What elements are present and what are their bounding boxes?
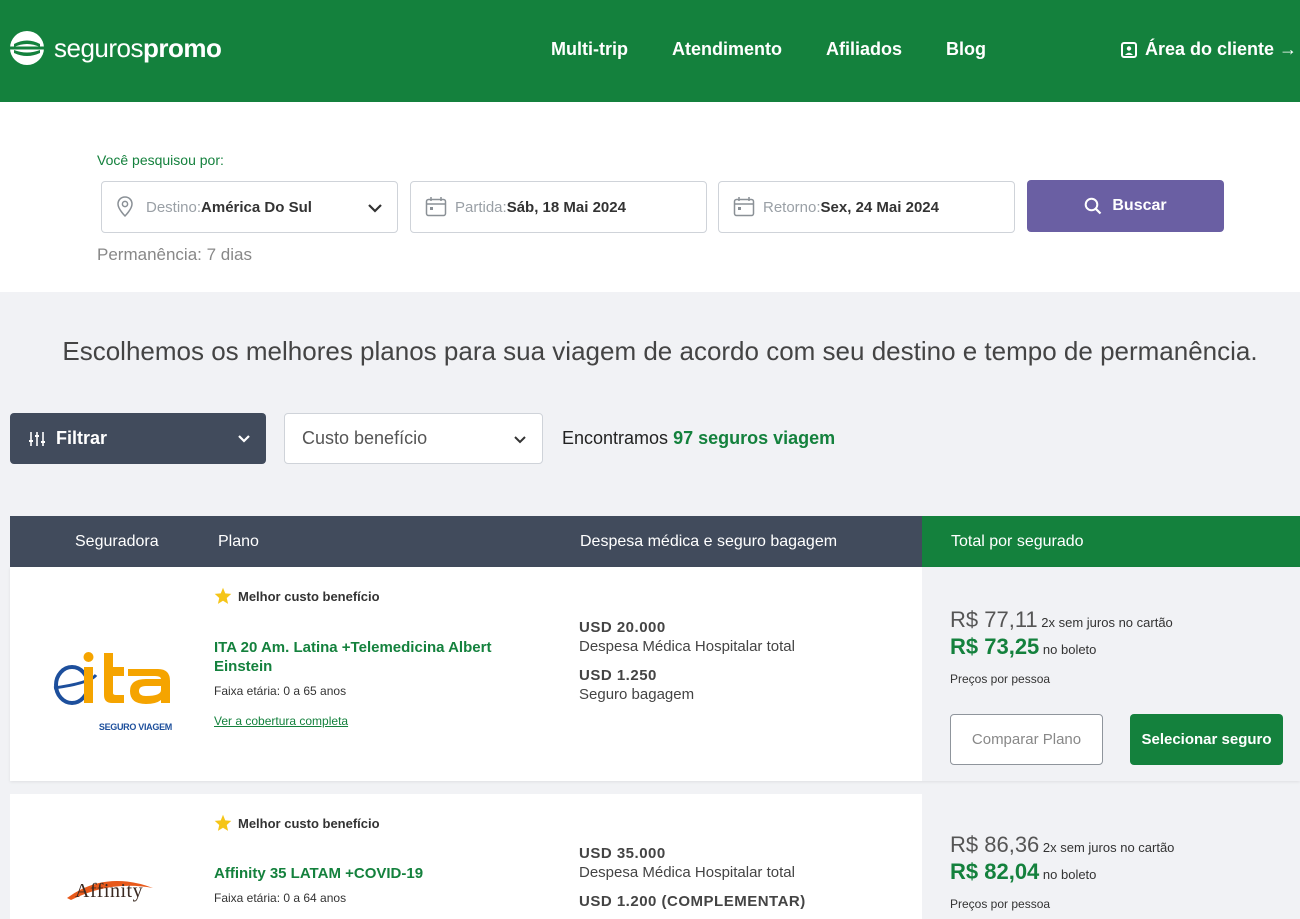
best-value-badge: Melhor custo benefício bbox=[214, 814, 380, 832]
plan-name[interactable]: ITA 20 Am. Latina +Telemedicina Albert E… bbox=[214, 638, 534, 676]
departure-label: Partida: bbox=[455, 198, 507, 216]
results-count: Encontramos 97 seguros viagem bbox=[562, 428, 835, 449]
search-icon bbox=[1085, 197, 1102, 215]
plan-name[interactable]: Affinity 35 LATAM +COVID-19 bbox=[214, 864, 534, 883]
results-count-prefix: Encontramos bbox=[562, 428, 674, 448]
price-boleto-value: R$ 82,04 bbox=[950, 859, 1040, 884]
price-boleto-note: no boleto bbox=[1039, 867, 1097, 882]
filter-button[interactable]: Filtrar bbox=[10, 413, 266, 464]
sort-select-value: Custo benefício bbox=[302, 428, 428, 448]
search-button-label: Buscar bbox=[1112, 197, 1167, 214]
price-boleto-value: R$ 73,25 bbox=[950, 634, 1040, 659]
col-header-insurer: Seguradora bbox=[75, 533, 159, 550]
stay-duration: Permanência: 7 dias bbox=[97, 245, 252, 264]
destination-select[interactable]: Destino: América Do Sul bbox=[101, 181, 398, 233]
chevron-down-icon bbox=[238, 435, 250, 443]
medical-description: Despesa Médica Hospitalar total bbox=[579, 864, 795, 881]
return-date-field[interactable]: Retorno: Sex, 24 Mai 2024 bbox=[718, 181, 1015, 233]
col-header-total: Total por segurado bbox=[922, 516, 1300, 567]
price-note: Preços por pessoa bbox=[950, 672, 1051, 686]
nav-blog[interactable]: Blog bbox=[946, 39, 986, 60]
search-button[interactable]: Buscar bbox=[1027, 180, 1224, 232]
baggage-description: Seguro bagagem bbox=[579, 686, 695, 703]
price-card-note: 2x sem juros no cartão bbox=[1037, 615, 1173, 630]
plan-row: Affinity Melhor custo benefício Affinity… bbox=[10, 794, 1300, 919]
plan-row: SEGURO VIAGEM Melhor custo benefício ITA… bbox=[10, 567, 1300, 781]
insurer-logo-affinity-text: Affinity bbox=[75, 880, 144, 902]
results-count-value: 97 seguros viagem bbox=[673, 428, 836, 448]
return-label: Retorno: bbox=[763, 198, 821, 216]
best-value-badge-label: Melhor custo benefício bbox=[238, 815, 380, 831]
results-table-header: Seguradora Plano Despesa médica e seguro… bbox=[10, 516, 1300, 567]
search-label: Você pesquisou por: bbox=[97, 152, 224, 168]
insurer-logo-ita-caption: SEGURO VIAGEM bbox=[98, 722, 172, 732]
return-value: Sex, 24 Mai 2024 bbox=[820, 198, 939, 216]
departure-value: Sáb, 18 Mai 2024 bbox=[506, 198, 626, 216]
insurer-logo-ita: SEGURO VIAGEM bbox=[50, 645, 172, 732]
price-card: R$ 86,36 2x sem juros no cartão bbox=[950, 832, 1174, 858]
price-note: Preços por pessoa bbox=[950, 897, 1051, 911]
sliders-icon bbox=[29, 431, 45, 446]
star-icon bbox=[214, 587, 232, 604]
location-pin-icon bbox=[117, 196, 133, 218]
nav-multi-trip[interactable]: Multi-trip bbox=[551, 39, 628, 60]
user-badge-icon bbox=[1121, 41, 1137, 58]
logo-text-light: seguros bbox=[54, 32, 144, 63]
nav-afiliados[interactable]: Afiliados bbox=[826, 39, 902, 60]
best-value-badge-label: Melhor custo benefício bbox=[238, 588, 380, 604]
medical-amount: USD 20.000 bbox=[579, 619, 666, 636]
price-card: R$ 77,11 2x sem juros no cartão bbox=[950, 607, 1173, 633]
chevron-down-icon bbox=[514, 436, 526, 444]
destination-value: América Do Sul bbox=[201, 198, 312, 216]
sort-select[interactable]: Custo benefício bbox=[284, 413, 543, 464]
logo-text-bold: promo bbox=[143, 32, 222, 63]
baggage-amount: USD 1.200 (COMPLEMENTAR) bbox=[579, 893, 806, 910]
price-panel: R$ 77,11 2x sem juros no cartão R$ 73,25… bbox=[922, 567, 1300, 781]
medical-description: Despesa Médica Hospitalar total bbox=[579, 638, 795, 655]
logo-mark-icon bbox=[10, 31, 44, 65]
full-coverage-link[interactable]: Ver a cobertura completa bbox=[214, 714, 348, 728]
client-area-label: Área do cliente → bbox=[1145, 39, 1298, 59]
top-header: segurospromo Multi-trip Atendimento Afil… bbox=[0, 0, 1300, 102]
compare-plan-button[interactable]: Comparar Plano bbox=[950, 714, 1103, 765]
price-card-value: R$ 77,11 bbox=[950, 607, 1038, 632]
destination-label: Destino: bbox=[146, 198, 202, 216]
chevron-down-icon bbox=[368, 204, 382, 213]
departure-date-field[interactable]: Partida: Sáb, 18 Mai 2024 bbox=[410, 181, 707, 233]
select-insurance-button[interactable]: Selecionar seguro bbox=[1130, 714, 1283, 765]
calendar-icon bbox=[425, 197, 447, 217]
main-nav: Multi-trip Atendimento Afiliados Blog bbox=[551, 39, 1030, 60]
client-area-link[interactable]: Área do cliente → bbox=[1121, 39, 1297, 60]
calendar-icon bbox=[733, 197, 755, 217]
age-range: Faixa etária: 0 a 64 anos bbox=[214, 891, 347, 905]
best-value-badge: Melhor custo benefício bbox=[214, 587, 380, 605]
results-headline: Escolhemos os melhores planos para sua v… bbox=[62, 336, 1258, 366]
insurer-logo-affinity: Affinity bbox=[65, 874, 157, 911]
logo[interactable]: segurospromo bbox=[10, 31, 222, 65]
baggage-amount: USD 1.250 bbox=[579, 667, 657, 684]
price-boleto: R$ 82,04 no boleto bbox=[950, 859, 1096, 885]
col-header-coverage: Despesa médica e seguro bagagem bbox=[580, 533, 838, 550]
price-card-note: 2x sem juros no cartão bbox=[1039, 840, 1175, 855]
col-header-plan: Plano bbox=[218, 533, 259, 550]
age-range: Faixa etária: 0 a 65 anos bbox=[214, 684, 347, 698]
filter-button-label: Filtrar bbox=[56, 428, 108, 448]
search-area: Você pesquisou por: Destino: América Do … bbox=[0, 102, 1300, 292]
price-card-value: R$ 86,36 bbox=[950, 832, 1040, 857]
price-panel: R$ 86,36 2x sem juros no cartão R$ 82,04… bbox=[922, 794, 1300, 919]
logo-text: segurospromo bbox=[54, 32, 222, 64]
star-icon bbox=[214, 814, 232, 831]
price-boleto-note: no boleto bbox=[1039, 642, 1097, 657]
nav-atendimento[interactable]: Atendimento bbox=[672, 39, 782, 60]
price-boleto: R$ 73,25 no boleto bbox=[950, 634, 1096, 660]
medical-amount: USD 35.000 bbox=[579, 845, 666, 862]
